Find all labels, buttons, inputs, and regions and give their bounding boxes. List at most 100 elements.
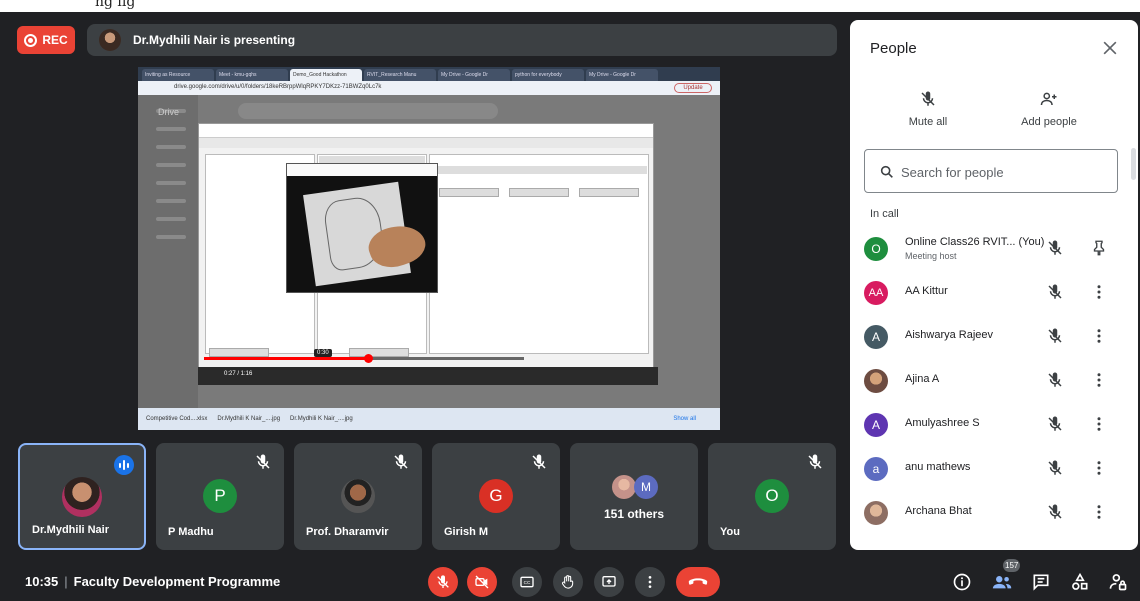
participant-name: Ajina A (905, 373, 940, 385)
presenting-bar: Dr.Mydhili Nair is presenting (87, 24, 837, 56)
people-button[interactable] (990, 570, 1014, 594)
more-vert-icon (648, 576, 652, 588)
video-progress (204, 354, 524, 363)
participant-row[interactable]: AA AA Kittur (850, 271, 1138, 315)
participant-row[interactable]: O Online Class26 RVIT... (You) Meeting h… (850, 227, 1138, 271)
add-people-button[interactable]: Add people (1004, 90, 1094, 128)
mic-toggle-button[interactable] (428, 567, 458, 597)
participant-name: Aishwarya Rajeev (905, 329, 994, 341)
download-item: Dr.Mydhili K Nair_....jpg (290, 416, 353, 422)
record-icon (24, 33, 38, 47)
browser-tab: Demo_Good Hackathon (290, 69, 362, 81)
participant-tile[interactable]: P P Madhu (156, 443, 284, 550)
person-add-icon (1040, 92, 1057, 106)
mic-off-icon (532, 454, 546, 469)
lock-person-icon (1109, 574, 1127, 591)
mic-off-icon (394, 454, 408, 469)
mic-off-icon (437, 575, 449, 588)
panel-title: People (870, 40, 917, 57)
avatar: M (634, 475, 658, 499)
camera-off-icon (475, 575, 489, 589)
others-tile[interactable]: M 151 others (570, 443, 698, 550)
people-panel: People Mute all Add people In call O Onl… (850, 20, 1138, 550)
avatar: P (203, 479, 237, 513)
leave-call-button[interactable] (676, 567, 720, 597)
mic-off-icon[interactable] (1046, 371, 1064, 389)
raise-hand-button[interactable] (553, 567, 583, 597)
search-box (864, 149, 1118, 193)
captions-icon: CC (520, 576, 534, 588)
host-controls-button[interactable] (1106, 570, 1130, 594)
close-icon[interactable] (1100, 38, 1120, 58)
participant-tile[interactable]: G Girish M (432, 443, 560, 550)
more-vert-icon[interactable] (1090, 415, 1108, 433)
avatar (612, 475, 636, 499)
phone-hangup-icon (688, 578, 708, 585)
avatar: a (864, 457, 888, 481)
participant-row[interactable]: A Amulyashree S (850, 403, 1138, 447)
chat-button[interactable] (1029, 570, 1053, 594)
participant-row[interactable]: Archana Bhat (850, 491, 1138, 535)
search-input[interactable] (901, 162, 1101, 182)
camera-toggle-button[interactable] (467, 567, 497, 597)
chat-icon (1033, 574, 1049, 591)
browser-tab: My Drive - Google Dr (586, 69, 658, 81)
participant-tile[interactable]: O You (708, 443, 836, 550)
mic-off-icon[interactable] (1046, 459, 1064, 477)
present-button[interactable] (594, 567, 624, 597)
avatar: A (864, 325, 888, 349)
avatar (341, 479, 375, 513)
participant-name: Archana Bhat (905, 505, 972, 517)
avatar: G (479, 479, 513, 513)
participant-row[interactable]: Ajina A (850, 359, 1138, 403)
pin-icon[interactable] (1090, 239, 1108, 257)
avatar (62, 477, 102, 517)
speaking-icon (114, 455, 134, 475)
more-vert-icon[interactable] (1090, 459, 1108, 477)
more-vert-icon[interactable] (1090, 371, 1108, 389)
presenter-avatar (99, 29, 121, 51)
participant-row[interactable]: A Aishwarya Rajeev (850, 315, 1138, 359)
more-options-button[interactable] (635, 567, 665, 597)
shapes-icon (1072, 572, 1088, 590)
participant-role: Meeting host (905, 251, 957, 261)
download-item: Dr.Mydhili K Nair_....jpg (217, 416, 281, 422)
people-count-badge: 157 (1003, 559, 1021, 572)
search-icon (880, 165, 893, 178)
participant-name: P Madhu (168, 526, 214, 538)
more-vert-icon[interactable] (1090, 503, 1108, 521)
scrollbar[interactable] (1131, 148, 1136, 180)
hand-icon (561, 575, 574, 589)
avatar: AA (864, 281, 888, 305)
captions-button[interactable]: CC (512, 567, 542, 597)
mute-all-button[interactable]: Mute all (883, 90, 973, 128)
more-vert-icon[interactable] (1090, 327, 1108, 345)
in-call-heading: In call (870, 208, 899, 220)
participant-row[interactable]: a anu mathews (850, 447, 1138, 491)
meeting-details-button[interactable] (950, 570, 974, 594)
mic-off-icon[interactable] (1046, 327, 1064, 345)
mic-off-icon[interactable] (1046, 503, 1064, 521)
people-icon (992, 576, 1012, 589)
participant-name: Dr.Mydhili Nair (32, 524, 110, 536)
video-time-tooltip: 0:30 (314, 349, 332, 357)
participant-name: Prof. Dharamvir (306, 526, 389, 538)
more-vert-icon[interactable] (1090, 283, 1108, 301)
mic-off-icon[interactable] (1046, 283, 1064, 301)
video-controls (198, 367, 658, 385)
mic-off-icon[interactable] (1046, 239, 1064, 257)
participant-name: AA Kittur (905, 285, 948, 297)
browser-tabs: Inviting as Resource Meet - kmu-gqhs Dem… (138, 67, 720, 81)
svg-text:CC: CC (524, 580, 531, 585)
present-icon (602, 576, 616, 587)
mic-off-icon[interactable] (1046, 415, 1064, 433)
participant-tile[interactable]: Dr.Mydhili Nair (18, 443, 146, 550)
participant-tile[interactable]: Prof. Dharamvir (294, 443, 422, 550)
activities-button[interactable] (1068, 570, 1092, 594)
recording-badge[interactable]: REC (17, 26, 75, 54)
shared-screen: Inviting as Resource Meet - kmu-gqhs Dem… (138, 67, 720, 430)
drive-search-box (238, 103, 498, 119)
meeting-info: 10:35 | Faculty Development Programme (25, 574, 281, 589)
url-bar: drive.google.com/drive/u/0/folders/18keR… (138, 81, 720, 95)
add-people-label: Add people (1021, 116, 1077, 128)
